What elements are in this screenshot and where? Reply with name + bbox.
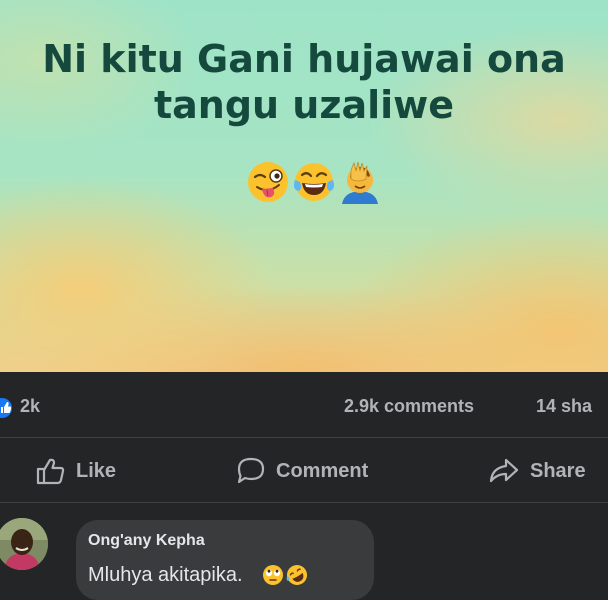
tears-of-joy-emoji <box>294 163 334 201</box>
post-stats-bar: 2k 2.9k comments 14 sha <box>0 388 608 424</box>
share-arrow-icon <box>489 458 519 483</box>
like-label: Like <box>76 459 117 482</box>
comment-text: Mluhya akitapika. <box>88 564 243 586</box>
like-button[interactable]: Like <box>36 454 116 488</box>
shares-count-link[interactable]: 14 sha <box>536 396 592 417</box>
post-text: Ni kitu Gani hujawai ona tangu uzaliwe <box>0 36 608 128</box>
winking-tongue-emoji <box>248 162 288 202</box>
comment-label: Comment <box>276 459 369 482</box>
post-image[interactable]: Ni kitu Gani hujawai ona tangu uzaliwe <box>0 0 608 372</box>
post-action-bar: Like Comment Share <box>0 446 608 496</box>
face-with-rolling-eyes-emoji <box>263 565 283 585</box>
post-text-line1: Ni kitu Gani hujawai ona <box>42 37 566 81</box>
reactions-count[interactable]: 2k <box>20 396 40 417</box>
like-reaction-icon[interactable] <box>0 396 14 420</box>
comment-item: Ong'any Kepha Mluhya akitapika. <box>0 514 608 600</box>
post-text-line2: tangu uzaliwe <box>153 83 455 127</box>
share-button[interactable]: Share <box>488 454 586 488</box>
post-emoji-row <box>0 160 608 210</box>
comment-bubble[interactable]: Ong'any Kepha Mluhya akitapika. <box>76 520 374 600</box>
share-label: Share <box>530 459 586 482</box>
rolling-on-floor-laughing-emoji <box>286 565 307 585</box>
divider-bottom <box>0 502 608 503</box>
commenter-avatar[interactable] <box>0 518 48 570</box>
thumbs-up-icon <box>36 458 65 485</box>
facepalm-emoji <box>342 161 378 204</box>
comment-button[interactable]: Comment <box>236 454 368 488</box>
comments-count-link[interactable]: 2.9k comments <box>344 396 474 417</box>
speech-bubble-icon <box>237 457 265 484</box>
divider-top <box>0 437 608 438</box>
comment-author-name[interactable]: Ong'any Kepha <box>88 532 205 550</box>
